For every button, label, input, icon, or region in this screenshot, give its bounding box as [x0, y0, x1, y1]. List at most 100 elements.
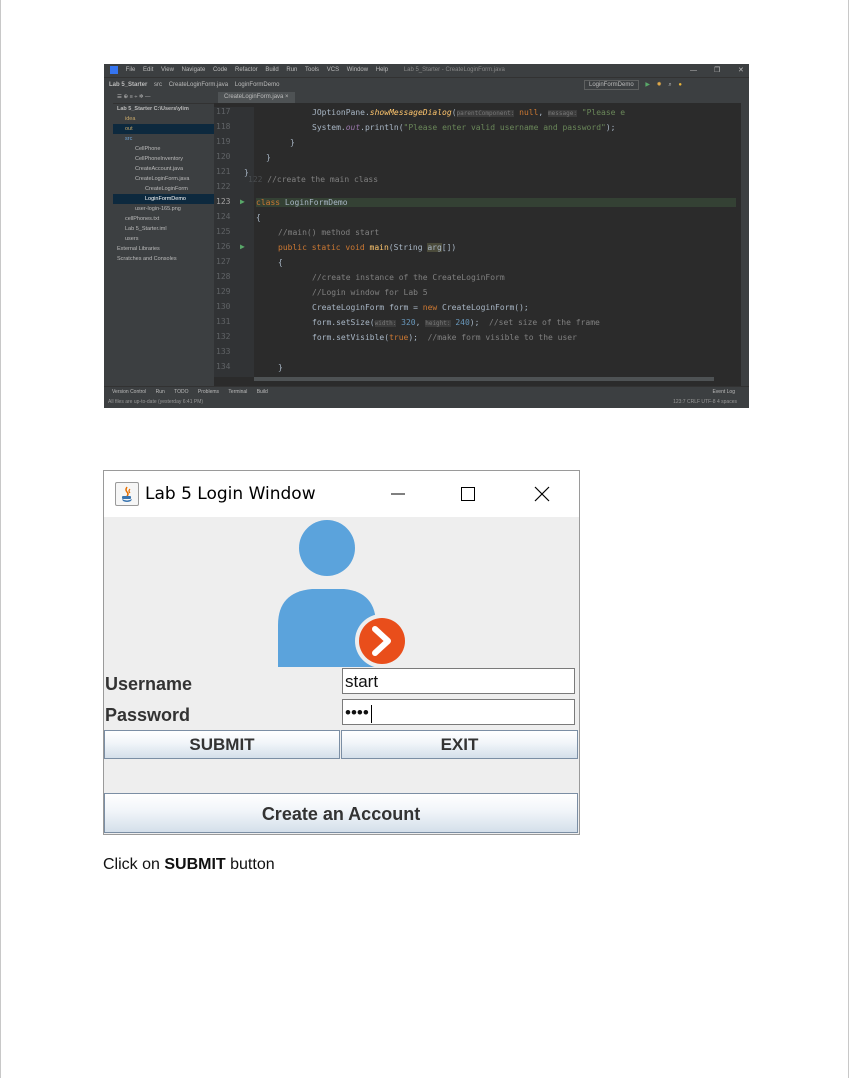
ide-restore-icon[interactable]: ❐	[714, 64, 720, 77]
code-line: }	[290, 138, 295, 147]
tree-item-scratches[interactable]: Scratches and Consoles	[113, 254, 214, 264]
tree-item-idea[interactable]: idea	[113, 114, 214, 124]
tree-item-external-libraries[interactable]: External Libraries	[113, 244, 214, 254]
tree-item-createloginform[interactable]: CreateLoginForm	[113, 184, 214, 194]
intellij-logo-icon	[110, 66, 118, 74]
menu-help[interactable]: Help	[376, 64, 388, 77]
tree-item-src[interactable]: src	[113, 134, 214, 144]
ide-minimize-icon[interactable]: —	[690, 64, 697, 77]
ide-menubar: File Edit View Navigate Code Refactor Bu…	[104, 64, 749, 77]
run-icon[interactable]: ▶	[645, 82, 650, 88]
tool-problems[interactable]: Problems	[198, 389, 219, 395]
maximize-icon[interactable]	[453, 482, 483, 506]
tree-item-loginformdemo[interactable]: LoginFormDemo	[113, 194, 214, 204]
menu-code[interactable]: Code	[213, 64, 227, 77]
tree-item-createaccount[interactable]: CreateAccount.java	[113, 164, 214, 174]
line-number: 126	[216, 242, 231, 251]
code-line: //main() method start	[278, 228, 380, 237]
horizontal-scrollbar[interactable]	[254, 377, 714, 381]
submit-button[interactable]: SUBMIT	[104, 730, 340, 759]
code-line: }	[278, 363, 283, 372]
project-panel-header: ☰ ⊕ ≡ ÷ ✲ —	[113, 91, 214, 104]
code-line: System.out.println("Please enter valid u…	[312, 123, 616, 132]
menu-run[interactable]: Run	[286, 64, 297, 77]
editor-tabbar: CreateLoginForm.java ×	[214, 91, 741, 103]
tool-terminal[interactable]: Terminal	[228, 389, 247, 395]
run-gutter-icon[interactable]: ▶	[240, 197, 245, 206]
search-icon[interactable]: ⌕	[668, 82, 671, 88]
status-message: All files are up-to-date (yesterday 6:41…	[108, 399, 204, 405]
run-config-select[interactable]: LoginFormDemo	[584, 80, 639, 90]
line-number: 132	[216, 332, 231, 341]
login-window: Lab 5 Login Window Username start Passwo…	[103, 470, 580, 835]
breadcrumb-project[interactable]: Lab 5_Starter	[109, 82, 147, 88]
close-icon[interactable]	[527, 482, 557, 506]
create-account-button[interactable]: Create an Account	[104, 793, 578, 833]
line-number: 128	[216, 272, 231, 281]
status-info: 123:7 CRLF UTF-8 4 spaces	[673, 399, 737, 405]
breadcrumb-file[interactable]: CreateLoginForm.java	[169, 82, 228, 88]
caption-bold: SUBMIT	[164, 856, 226, 873]
ide-navbar: Lab 5_Starter src CreateLoginForm.java L…	[104, 77, 749, 92]
tool-build[interactable]: Build	[257, 389, 268, 395]
ide-statusbar: All files are up-to-date (yesterday 6:41…	[104, 397, 749, 408]
tree-item-out[interactable]: out	[113, 124, 214, 134]
instruction-caption: Click on SUBMIT button	[103, 856, 275, 874]
tool-todo[interactable]: TODO	[174, 389, 188, 395]
text-caret	[370, 704, 372, 723]
run-toolbar: LoginFormDemo ▶ ✹ ⌕ ●	[579, 80, 739, 90]
right-tool-strip	[741, 91, 749, 386]
menu-navigate[interactable]: Navigate	[182, 64, 206, 77]
line-number: 122	[216, 182, 231, 191]
notification-icon[interactable]: ●	[678, 82, 682, 88]
run-gutter-icon[interactable]: ▶	[240, 242, 245, 251]
java-app-icon	[115, 482, 139, 506]
editor-tab-createloginform[interactable]: CreateLoginForm.java ×	[218, 92, 295, 103]
ide-screenshot: File Edit View Navigate Code Refactor Bu…	[104, 64, 749, 408]
menu-refactor[interactable]: Refactor	[235, 64, 258, 77]
menu-edit[interactable]: Edit	[143, 64, 153, 77]
debug-icon[interactable]: ✹	[657, 82, 662, 88]
tree-item-user-login-png[interactable]: user-login-165.png	[113, 204, 214, 214]
tree-item-users[interactable]: users	[113, 234, 214, 244]
tree-item-root[interactable]: Lab 5_Starter C:\Users\ylim	[113, 104, 214, 114]
ide-close-icon[interactable]: ✕	[738, 64, 744, 77]
page-border-right	[848, 0, 849, 1078]
menu-window[interactable]: Window	[347, 64, 368, 77]
code-line: {	[256, 213, 261, 222]
tool-version-control[interactable]: Version Control	[112, 389, 146, 395]
menu-view[interactable]: View	[161, 64, 174, 77]
username-input[interactable]: start	[342, 668, 575, 694]
menu-file[interactable]: File	[126, 64, 136, 77]
line-number: 121	[216, 167, 231, 176]
tree-item-createloginform-java[interactable]: CreateLoginForm.java	[113, 174, 214, 184]
minimize-icon[interactable]	[383, 482, 413, 506]
line-number: 131	[216, 317, 231, 326]
exit-button[interactable]: EXIT	[341, 730, 578, 759]
code-line: form.setSize(width: 320, height: 240); /…	[312, 318, 600, 327]
password-input[interactable]: ••••	[342, 699, 575, 725]
code-line: }	[266, 153, 271, 162]
user-login-icon	[276, 517, 409, 668]
tree-item-cellphone[interactable]: CellPhone	[113, 144, 214, 154]
editor-tab-label: CreateLoginForm.java	[224, 94, 284, 100]
menu-vcs[interactable]: VCS	[327, 64, 339, 77]
menu-tools[interactable]: Tools	[305, 64, 319, 77]
code-editor[interactable]: CreateLoginForm.java × 117 118 119 120 1…	[214, 91, 741, 386]
breadcrumb-src[interactable]: src	[154, 82, 162, 88]
tree-item-iml[interactable]: Lab 5_Starter.iml	[113, 224, 214, 234]
line-number-gutter: 117 118 119 120 121 122 123 124 125 126 …	[214, 107, 254, 377]
line-number: 124	[216, 212, 231, 221]
project-panel-toolbar-icon[interactable]: ☰ ⊕ ≡ ÷ ✲ —	[117, 94, 151, 100]
tool-run[interactable]: Run	[156, 389, 165, 395]
tab-close-icon[interactable]: ×	[285, 94, 289, 100]
project-panel: ☰ ⊕ ≡ ÷ ✲ — Lab 5_Starter C:\Users\ylim …	[113, 91, 214, 386]
tree-item-cellphones-txt[interactable]: cellPhones.txt	[113, 214, 214, 224]
menu-build[interactable]: Build	[265, 64, 278, 77]
breadcrumb-class[interactable]: LoginFormDemo	[235, 82, 280, 88]
window-titlebar[interactable]: Lab 5 Login Window	[104, 471, 579, 517]
tree-item-cellphoneinventory[interactable]: CellPhoneInventory	[113, 154, 214, 164]
code-line-current: class LoginFormDemo	[256, 198, 736, 207]
code-line: //create instance of the CreateLoginForm	[312, 273, 505, 282]
line-number: 134	[216, 362, 231, 371]
